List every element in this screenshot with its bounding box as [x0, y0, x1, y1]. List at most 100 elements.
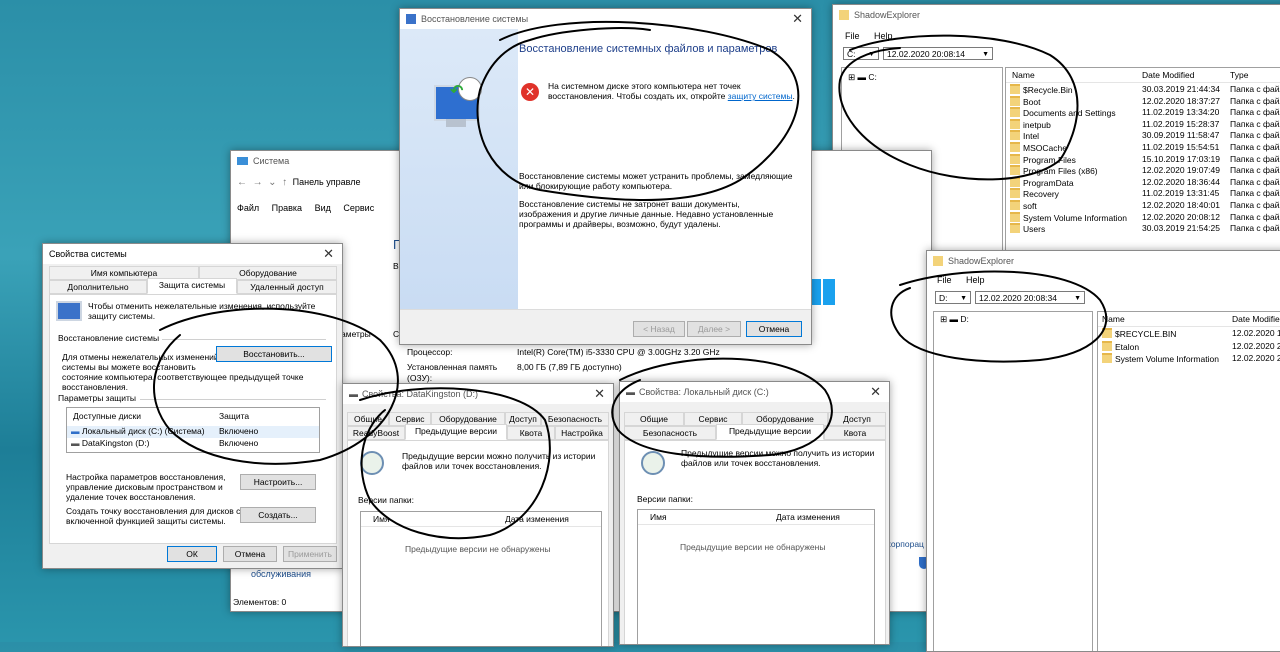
system-restore-window: Восстановление системы ✕ ↶ Восстановлени…: [399, 8, 812, 345]
tab-previous-versions[interactable]: Предыдущие версии: [716, 424, 824, 440]
info-1-2: или блокирующие работу компьютера.: [519, 181, 673, 191]
disk-row[interactable]: ▬ Локальный диск (C:) (Система) Включено: [67, 426, 319, 438]
col-name[interactable]: Имя: [373, 514, 390, 524]
versions-list[interactable]: Имя Дата изменения Предыдущие версии не …: [637, 509, 875, 644]
file-list[interactable]: Name Date Modified $RECYCLE.BIN 12.02.202…: [1097, 311, 1280, 651]
tab-remote[interactable]: Удаленный доступ: [237, 280, 337, 294]
col-disks[interactable]: Доступные диски: [73, 411, 141, 421]
table-row[interactable]: soft 12.02.2020 18:40:01 Папка с файл: [1006, 200, 1280, 212]
forward-icon[interactable]: →: [253, 177, 263, 188]
intro-2: защиту системы.: [88, 311, 156, 321]
drive-icon: ▬: [349, 389, 358, 399]
menu-file[interactable]: File: [845, 31, 860, 41]
tab-general[interactable]: Общие: [624, 412, 684, 426]
tab-previous-versions[interactable]: Предыдущие версии: [405, 424, 507, 440]
col-date[interactable]: Date Modified: [1142, 70, 1194, 80]
col-name[interactable]: Name: [1102, 314, 1125, 324]
drive-icon: ▬: [949, 314, 958, 324]
file-date: 11.02.2019 15:54:51: [1142, 142, 1220, 152]
close-icon[interactable]: ✕: [870, 384, 881, 400]
system-protection-link[interactable]: защиту системы: [728, 91, 793, 101]
empty-message: Предыдущие версии не обнаружены: [405, 544, 551, 554]
ok-button[interactable]: ОК: [167, 546, 217, 562]
versions-list[interactable]: Имя Дата изменения Предыдущие версии не …: [360, 511, 602, 646]
apply-button[interactable]: Применить: [283, 546, 337, 562]
disk-name: ▬ Локальный диск (C:) (Система): [71, 426, 205, 436]
folder-icon: [1102, 353, 1112, 363]
col-name[interactable]: Имя: [650, 512, 667, 522]
divider: [162, 339, 326, 340]
menu-help[interactable]: Help: [966, 275, 985, 285]
table-row[interactable]: Documents and Settings 11.02.2019 13:34:2…: [1006, 107, 1280, 119]
table-row[interactable]: Boot 12.02.2020 18:37:27 Папка с файл: [1006, 95, 1280, 108]
create-button[interactable]: Создать...: [240, 507, 316, 523]
table-row[interactable]: MSOCache 11.02.2019 15:54:51 Папка с файл: [1006, 142, 1280, 154]
tab-sharing[interactable]: Доступ: [828, 412, 886, 426]
disks-list[interactable]: Доступные диски Защита ▬ Локальный диск …: [66, 407, 320, 453]
col-date[interactable]: Дата изменения: [776, 512, 840, 522]
menu-view[interactable]: Вид: [315, 203, 331, 213]
menu-help[interactable]: Help: [874, 31, 893, 41]
tab-quota[interactable]: Квота: [507, 426, 555, 440]
folder-icon: [1010, 176, 1020, 187]
tab-general[interactable]: Общие: [347, 412, 389, 426]
next-button[interactable]: Далее >: [687, 321, 741, 337]
address-text[interactable]: Панель управле: [293, 177, 361, 187]
folder-tree[interactable]: ⊞ ▬ D:: [933, 311, 1093, 651]
folder-icon: [1010, 165, 1020, 176]
menu-file[interactable]: File: [937, 275, 952, 285]
table-row[interactable]: Users 30.03.2019 21:54:25 Папка с файл: [1006, 223, 1280, 235]
back-button[interactable]: < Назад: [633, 321, 685, 337]
close-icon[interactable]: ✕: [594, 386, 605, 402]
tab-system-protection[interactable]: Защита системы: [147, 278, 237, 294]
menu-edit[interactable]: Правка: [272, 203, 302, 213]
tab-sharing[interactable]: Доступ: [505, 412, 541, 426]
snapshot-date-select[interactable]: 12.02.2020 20:08:14 ▼: [883, 47, 993, 60]
col-date[interactable]: Date Modified: [1232, 314, 1280, 324]
close-icon[interactable]: ✕: [323, 246, 334, 262]
col-protection[interactable]: Защита: [219, 411, 249, 421]
title-bar: ShadowExplorer: [927, 251, 1280, 271]
col-name[interactable]: Name: [1012, 70, 1035, 80]
chevron-down-icon[interactable]: ⌄: [268, 177, 276, 188]
configure-button[interactable]: Настроить...: [240, 474, 316, 490]
table-row[interactable]: System Volume Information 12.02.2020 20:0…: [1006, 211, 1280, 224]
table-row[interactable]: $Recycle.Bin 30.03.2019 21:44:34 Папка с ф…: [1006, 84, 1280, 96]
table-row[interactable]: Program Files (x86) 12.02.2020 19:07:49 Па…: [1006, 165, 1280, 177]
drive-icon: ▬: [626, 387, 635, 397]
table-row[interactable]: inetpub 11.02.2019 15:28:37 Папка с файл: [1006, 118, 1280, 131]
tab-readyboost[interactable]: ReadyBoost: [347, 426, 405, 440]
disk-row[interactable]: ▬ DataKingston (D:) Включено: [67, 438, 319, 450]
table-row[interactable]: $RECYCLE.BIN 12.02.2020 1: [1098, 328, 1280, 340]
tab-advanced[interactable]: Дополнительно: [49, 280, 147, 294]
table-row[interactable]: Recovery 11.02.2019 13:31:45 Папка с файл: [1006, 188, 1280, 200]
col-date[interactable]: Дата изменения: [505, 514, 569, 524]
restore-button[interactable]: Восстановить...: [216, 346, 332, 362]
cancel-button[interactable]: Отмена: [746, 321, 802, 337]
drive-select[interactable]: C: ▼: [843, 47, 879, 60]
table-row[interactable]: Intel 30.09.2019 11:58:47 Папка с файл: [1006, 130, 1280, 142]
tree-node-root[interactable]: ⊞ ▬ D:: [940, 314, 969, 325]
up-icon[interactable]: ↑: [282, 177, 287, 188]
snapshot-date-select[interactable]: 12.02.2020 20:08:34 ▼: [975, 291, 1085, 304]
tab-security[interactable]: Безопасность: [541, 412, 609, 426]
maintenance-link[interactable]: обслуживания: [251, 569, 311, 579]
tab-customize[interactable]: Настройка: [555, 426, 609, 440]
table-row[interactable]: System Volume Information 12.02.2020 2: [1098, 353, 1280, 365]
tab-quota[interactable]: Квота: [824, 426, 886, 440]
cancel-button[interactable]: Отмена: [223, 546, 277, 562]
close-icon[interactable]: ✕: [792, 11, 803, 27]
back-icon[interactable]: ←: [237, 177, 247, 188]
tree-node-root[interactable]: ⊞ ▬ C:: [848, 72, 877, 83]
intro-1: Чтобы отменить нежелательные изменения, …: [88, 301, 316, 311]
menu-tools[interactable]: Сервис: [343, 203, 374, 213]
menu-file[interactable]: Файл: [237, 203, 259, 213]
drive-select[interactable]: D: ▼: [935, 291, 971, 304]
table-row[interactable]: Program Files 15.10.2019 17:03:19 Папка с …: [1006, 153, 1280, 166]
table-row[interactable]: ProgramData 12.02.2020 18:36:44 Папка с фа…: [1006, 176, 1280, 189]
tab-security[interactable]: Безопасность: [624, 426, 716, 440]
restore-text-4: восстановления.: [62, 382, 129, 392]
col-type[interactable]: Type: [1230, 70, 1248, 80]
previous-versions-icon: [641, 451, 665, 475]
table-row[interactable]: Etalon 12.02.2020 2: [1098, 340, 1280, 353]
